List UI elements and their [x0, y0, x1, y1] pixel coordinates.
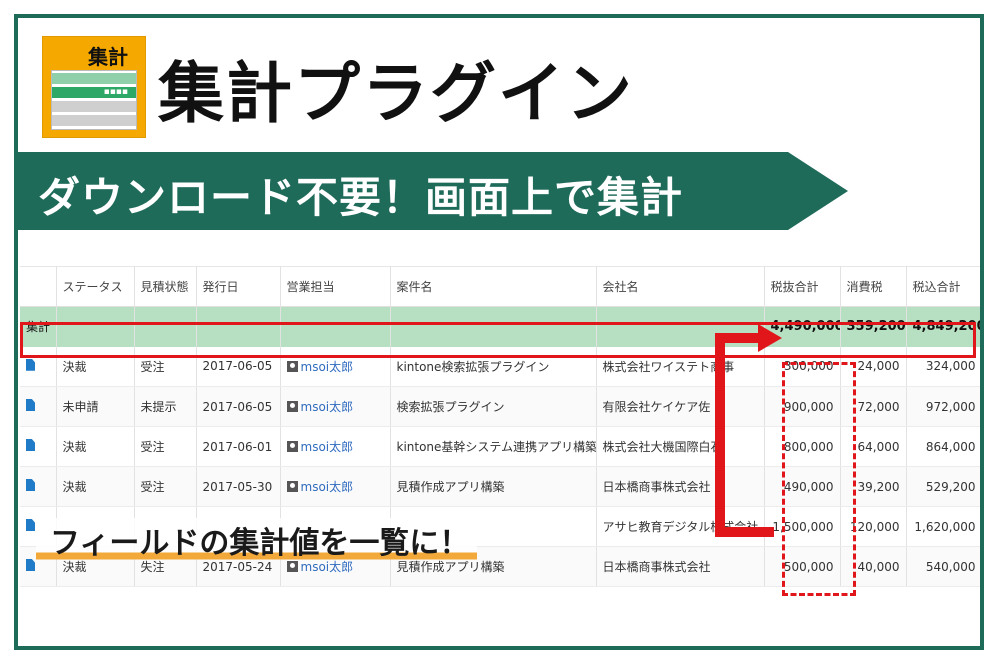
owner-cell: msoi太郎: [280, 346, 391, 387]
subtotal-cell: 500,000: [764, 546, 841, 587]
status-cell: 決裁: [56, 426, 135, 467]
grand-cell: 864,000: [906, 426, 980, 467]
subtotal-cell: 900,000: [764, 386, 841, 427]
document-icon[interactable]: [26, 358, 35, 371]
table-row[interactable]: 未申請 未提示 2017-06-05 msoi太郎 検索拡張プラグイン 有限会社…: [20, 386, 980, 427]
table-header: ステータス 見積状態 発行日 営業担当 案件名 会社名 税抜合計 消費税 税込合…: [20, 266, 980, 307]
subtotal-cell: 300,000: [764, 346, 841, 387]
promo-frame: 集計 ▪▪▪▪ 集計プラグイン ダウンロード不要！画面上で集計 ステータス 見積…: [14, 14, 984, 650]
spreadsheet-icon: ▪▪▪▪: [51, 70, 137, 130]
total-tax: 359,200: [840, 306, 907, 347]
total-row: 集計 4,490,000 359,200 4,849,200: [20, 306, 980, 347]
estimate-cell: 未提示: [134, 386, 197, 427]
document-icon[interactable]: [26, 479, 35, 491]
document-icon[interactable]: [26, 559, 35, 571]
table-row[interactable]: 決裁 受注 2017-06-05 msoi太郎 kintone検索拡張プラグイン…: [20, 346, 980, 387]
status-cell: 決裁: [56, 346, 135, 387]
owner-cell: msoi太郎: [280, 426, 391, 467]
tax-cell: 64,000: [840, 426, 907, 467]
callout-caption: フィールドの集計値を一覧に！: [36, 518, 478, 566]
table-row[interactable]: 決裁 受注 2017-06-01 msoi太郎 kintone基幹システム連携ア…: [20, 426, 980, 467]
company-cell: 日本橋商事株式会社: [596, 546, 765, 587]
banner: ダウンロード不要！画面上で集計: [18, 152, 848, 230]
grand-cell: 529,200: [906, 466, 980, 507]
grand-cell: 972,000: [906, 386, 980, 427]
column-header[interactable]: 会社名: [596, 266, 765, 307]
project-cell: kintone基幹システム連携アプリ構築: [390, 426, 597, 467]
document-icon[interactable]: [26, 519, 35, 531]
grand-cell: 540,000: [906, 546, 980, 587]
project-cell: 見積作成アプリ構築: [390, 466, 597, 507]
total-subtotal: 4,490,000: [764, 306, 841, 347]
column-header[interactable]: 発行日: [196, 266, 281, 307]
status-cell: 未申請: [56, 386, 135, 427]
owner-link[interactable]: msoi太郎: [301, 480, 354, 494]
date-cell: 2017-06-05: [196, 346, 281, 387]
owner-link[interactable]: msoi太郎: [301, 440, 354, 454]
column-header[interactable]: 消費税: [840, 266, 907, 307]
table-row[interactable]: 決裁 受注 2017-05-30 msoi太郎 見積作成アプリ構築 日本橋商事株…: [20, 466, 980, 507]
grand-cell: 324,000: [906, 346, 980, 387]
subtotal-cell: 800,000: [764, 426, 841, 467]
total-label: 集計: [20, 306, 57, 347]
column-header[interactable]: 営業担当: [280, 266, 391, 307]
owner-link[interactable]: msoi太郎: [301, 400, 354, 414]
status-cell: 決裁: [56, 466, 135, 507]
column-header[interactable]: 見積状態: [134, 266, 197, 307]
column-header[interactable]: 案件名: [390, 266, 597, 307]
banner-text: ダウンロード不要！画面上で集計: [38, 173, 684, 222]
tax-cell: 120,000: [840, 506, 907, 547]
tax-cell: 24,000: [840, 346, 907, 387]
company-cell: アサヒ教育デジタル株式会社: [596, 506, 765, 547]
owner-cell: msoi太郎: [280, 386, 391, 427]
user-icon: [286, 360, 298, 372]
total-grand: 4,849,200: [906, 306, 980, 347]
grand-cell: 1,620,000: [906, 506, 980, 547]
column-header: [20, 266, 57, 307]
user-icon: [286, 401, 298, 412]
page-title: 集計プラグイン: [158, 55, 634, 132]
tax-cell: 72,000: [840, 386, 907, 427]
estimate-cell: 受注: [134, 426, 197, 467]
estimate-cell: 受注: [134, 466, 197, 507]
owner-cell: msoi太郎: [280, 466, 391, 507]
tax-cell: 40,000: [840, 546, 907, 587]
project-cell: 検索拡張プラグイン: [390, 386, 597, 427]
document-icon[interactable]: [26, 399, 35, 411]
date-cell: 2017-06-01: [196, 426, 281, 467]
column-header[interactable]: 税抜合計: [764, 266, 841, 307]
plugin-logo: 集計 ▪▪▪▪: [42, 36, 146, 138]
logo-label: 集計: [88, 45, 128, 69]
owner-link[interactable]: msoi太郎: [301, 360, 354, 374]
company-cell: 有限会社ケイケア佐: [596, 386, 765, 427]
company-cell: 株式会社大機国際白石: [596, 426, 765, 467]
document-icon[interactable]: [26, 439, 35, 451]
date-cell: 2017-05-30: [196, 466, 281, 507]
user-icon: [286, 441, 298, 452]
user-icon: [286, 481, 298, 492]
estimate-cell: 受注: [134, 346, 197, 387]
column-header[interactable]: ステータス: [56, 266, 135, 307]
company-cell: 株式会社ワイステト商事: [596, 346, 765, 387]
tax-cell: 39,200: [840, 466, 907, 507]
subtotal-cell: 490,000: [764, 466, 841, 507]
column-header[interactable]: 税込合計: [906, 266, 980, 307]
company-cell: 日本橋商事株式会社: [596, 466, 765, 507]
project-cell: kintone検索拡張プラグイン: [390, 346, 597, 387]
date-cell: 2017-06-05: [196, 386, 281, 427]
subtotal-cell: 1,500,000: [764, 506, 841, 547]
